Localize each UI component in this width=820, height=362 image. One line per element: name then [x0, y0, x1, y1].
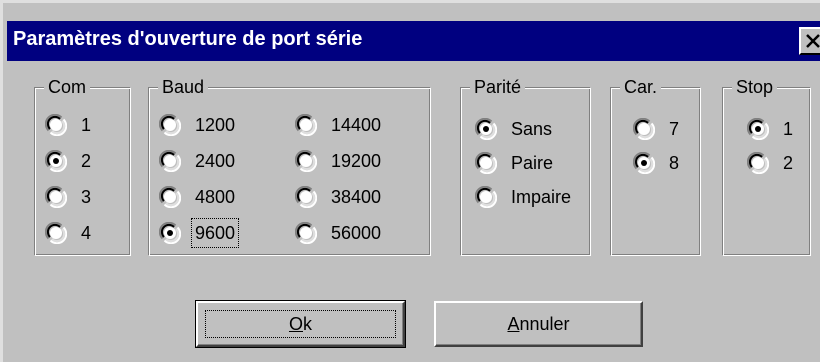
- radio-button-icon: [45, 150, 67, 172]
- radio-button-icon: [159, 114, 181, 136]
- radio-button-icon: [159, 150, 181, 172]
- radio-button-icon: [747, 152, 769, 174]
- radio-button-icon: [475, 186, 497, 208]
- car-group: Car. 7 8: [610, 76, 701, 256]
- radio-button-icon: [633, 118, 655, 140]
- baud-option-label: 9600: [190, 218, 240, 248]
- baud-option-label: 56000: [331, 223, 382, 243]
- parity-legend: Parité: [470, 76, 526, 98]
- com-option-label: 4: [81, 223, 92, 243]
- radio-button-icon: [295, 222, 317, 244]
- radio-button-icon: [475, 118, 497, 140]
- baud-option-label: 1200: [195, 115, 236, 135]
- dialog-window: Paramètres d'ouverture de port série Com…: [0, 0, 820, 362]
- radio-button-icon: [45, 114, 67, 136]
- stop-option-label: 2: [783, 153, 794, 173]
- parity-option-label: Paire: [511, 153, 554, 173]
- car-option-label: 8: [669, 153, 680, 173]
- radio-button-icon: [633, 152, 655, 174]
- title-bar[interactable]: Paramètres d'ouverture de port série: [7, 21, 820, 61]
- radio-button-icon: [475, 152, 497, 174]
- radio-button-icon: [295, 150, 317, 172]
- baud-option-label: 14400: [331, 115, 382, 135]
- parity-group: Parité Sans Paire Impaire: [460, 76, 591, 256]
- cancel-mnemonic: A: [507, 313, 520, 334]
- ok-label: k: [303, 313, 312, 334]
- parity-option-label: Sans: [511, 119, 553, 139]
- stop-legend: Stop: [732, 76, 778, 98]
- radio-button-icon: [159, 186, 181, 208]
- ok-mnemonic: O: [288, 313, 303, 334]
- close-icon: [806, 34, 820, 48]
- baud-option-label: 2400: [195, 151, 236, 171]
- radio-button-icon: [295, 114, 317, 136]
- close-button[interactable]: [799, 27, 820, 55]
- radio-button-icon: [45, 222, 67, 244]
- radio-button-icon: [45, 186, 67, 208]
- baud-legend: Baud: [158, 76, 209, 98]
- parity-option-label: Impaire: [511, 187, 572, 207]
- window-title: Paramètres d'ouverture de port série: [13, 28, 363, 50]
- cancel-label: nnuler: [519, 313, 570, 334]
- ok-button[interactable]: Ok: [195, 300, 406, 348]
- com-group: Com 1 2 3 4: [34, 76, 131, 256]
- stop-group: Stop 1 2: [722, 76, 811, 256]
- baud-group: Baud 1200 2400 4800 9600 14400 19200 38400 5600…: [148, 76, 431, 256]
- car-legend: Car.: [620, 76, 662, 98]
- radio-button-icon: [159, 222, 181, 244]
- radio-button-icon: [747, 118, 769, 140]
- com-option-label: 3: [81, 187, 92, 207]
- baud-option-label: 4800: [195, 187, 236, 207]
- car-option-label: 7: [669, 119, 680, 139]
- com-legend: Com: [44, 76, 91, 98]
- cancel-button[interactable]: Annuler: [434, 301, 643, 347]
- baud-option-label: 19200: [331, 151, 382, 171]
- baud-option-label: 38400: [331, 187, 382, 207]
- com-option-label: 2: [81, 151, 92, 171]
- stop-option-label: 1: [783, 119, 794, 139]
- com-option-label: 1: [81, 115, 92, 135]
- radio-button-icon: [295, 186, 317, 208]
